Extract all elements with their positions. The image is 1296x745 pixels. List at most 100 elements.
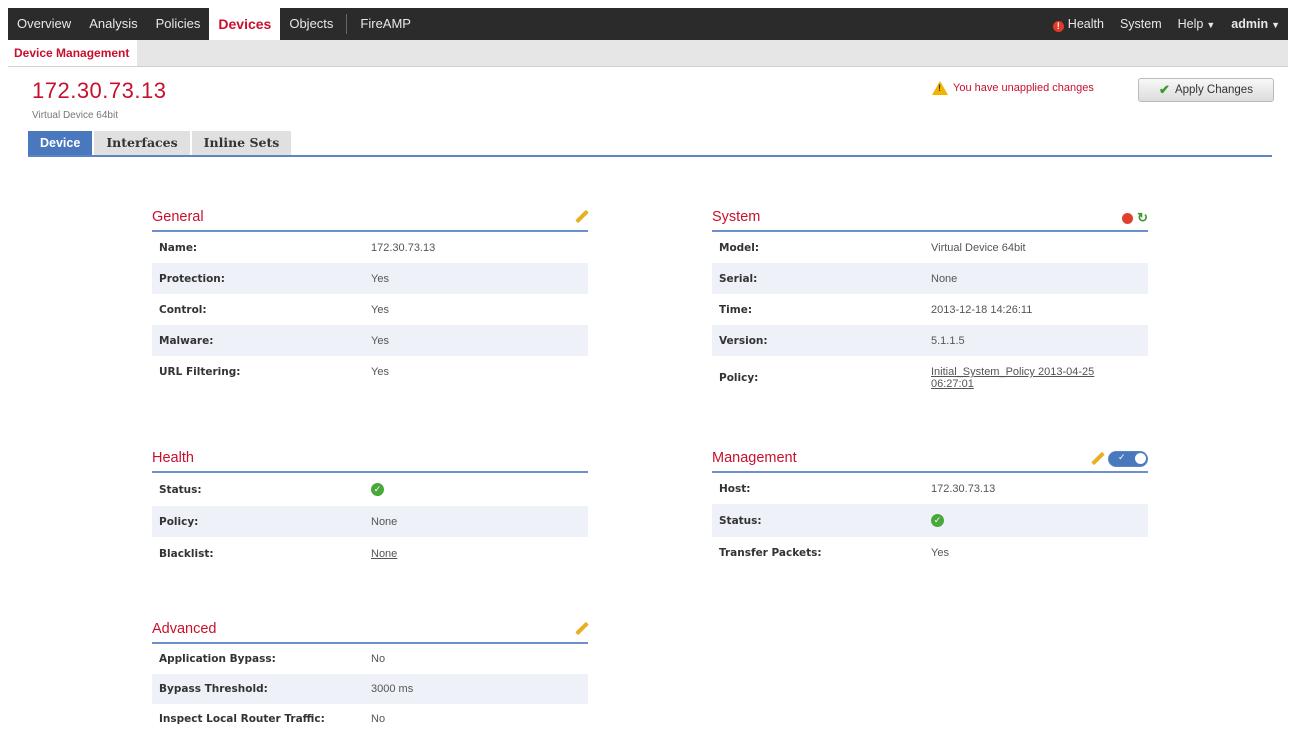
panel-title: General [152,209,204,225]
field-value: No [371,713,386,725]
field-value: Yes [931,546,949,559]
status-ok-icon: ✓ [371,483,384,496]
status-ok-icon: ✓ [931,514,944,527]
field-value: Yes [371,303,389,316]
nav-analysis[interactable]: Analysis [80,8,146,40]
nav-policies[interactable]: Policies [147,8,210,40]
table-row: Control: Yes [152,294,588,325]
field-label: Version: [719,334,768,347]
sub-nav: Device Management [8,40,1288,67]
panel-header: Advanced [152,620,588,644]
field-label: Blacklist: [159,547,214,560]
field-value: Yes [371,272,389,285]
check-icon: ✔ [1159,82,1170,97]
subnav-device-management[interactable]: Device Management [8,40,138,66]
nav-health[interactable]: ! Health [1045,8,1112,40]
refresh-icon[interactable]: ↻ [1137,210,1148,226]
field-label: Name: [159,241,198,254]
panel-title: Management [712,450,797,466]
nav-right: ! Health System Help ▼ admin ▼ [1045,8,1288,40]
panel-header: System ↻ [712,208,1148,232]
table-row: Malware: Yes [152,325,588,356]
table-row: Application Bypass: No [152,644,588,674]
top-nav: Overview Analysis Policies Devices Objec… [8,8,1288,40]
panel-header: General [152,208,588,232]
field-value: Yes [371,334,389,347]
apply-changes-button[interactable]: ✔ Apply Changes [1138,78,1274,102]
system-policy-link[interactable]: Initial_System_Policy 2013-04-25 06:27:0… [931,366,1136,390]
table-row: Name: 172.30.73.13 [152,232,588,263]
field-label: Time: [719,303,753,316]
general-panel: General Name: 172.30.73.13 Protection: Yes… [152,208,588,387]
warning-icon: ! [932,81,948,95]
nav-admin[interactable]: admin ▼ [1223,8,1288,40]
field-value: No [371,653,386,665]
tab-interfaces[interactable]: Interfaces [94,131,190,155]
page-subtitle: Virtual Device 64bit [32,110,118,121]
field-value: Virtual Device 64bit [931,241,1026,254]
panel-title: Advanced [152,621,217,637]
table-row: Status: ✓ [712,504,1148,537]
toggle-icon[interactable]: ✓ [1108,451,1148,467]
table-row: Serial: None [712,263,1148,294]
nav-objects[interactable]: Objects [280,8,342,40]
panel-title: Health [152,450,194,466]
field-label: Model: [719,241,760,254]
table-row: Inspect Local Router Traffic: No [152,704,588,734]
panel-header: Management ✓ [712,449,1148,473]
field-value: 172.30.73.13 [931,482,996,495]
table-row: Time: 2013-12-18 14:26:11 [712,294,1148,325]
table-row: Host: 172.30.73.13 [712,473,1148,504]
shutdown-icon[interactable] [1122,212,1134,224]
advanced-panel: Advanced Application Bypass: No Bypass Th… [152,620,588,734]
tab-inline-sets[interactable]: Inline Sets [191,131,292,155]
apply-changes-label: Apply Changes [1174,84,1253,96]
field-label: Host: [719,482,751,495]
field-label: Policy: [719,372,759,384]
field-label: Protection: [159,272,225,285]
warning-text: You have unapplied changes [953,82,1094,94]
panel-title: System [712,209,761,225]
device-tabs: Device Interfaces Inline Sets [28,131,1272,157]
blacklist-link[interactable]: None [371,548,397,560]
nav-fireamp[interactable]: FireAMP [351,8,420,40]
management-panel: Management ✓ Host: 172.30.73.13 Status: ✓ … [712,449,1148,568]
field-value: 5.1.1.5 [931,334,965,347]
field-label: Malware: [159,334,214,347]
field-value: 2013-12-18 14:26:11 [931,303,1033,316]
nav-help[interactable]: Help ▼ [1170,8,1224,40]
field-label: Policy: [159,515,199,528]
table-row: Blacklist: None [152,537,588,570]
field-value: 172.30.73.13 [371,241,436,254]
table-row: Transfer Packets: Yes [712,537,1148,568]
table-row: Policy: None [152,506,588,537]
table-row: URL Filtering: Yes [152,356,588,387]
table-row: Model: Virtual Device 64bit [712,232,1148,263]
field-label: Status: [159,483,202,496]
table-row: Policy: Initial_System_Policy 2013-04-25 … [712,356,1148,400]
chevron-down-icon: ▼ [1271,20,1280,30]
pencil-icon[interactable] [1090,452,1104,466]
field-label: Control: [159,303,207,316]
table-row: Version: 5.1.1.5 [712,325,1148,356]
field-label: Serial: [719,272,758,285]
pencil-icon[interactable] [574,210,588,224]
nav-divider [346,14,348,34]
table-row: Bypass Threshold: 3000 ms [152,674,588,704]
field-label: Application Bypass: [159,653,276,665]
system-panel: System ↻ Model: Virtual Device 64bit Seri… [712,208,1148,400]
nav-overview[interactable]: Overview [8,8,80,40]
panel-header: Health [152,449,588,473]
field-value: 3000 ms [371,683,414,695]
tab-device[interactable]: Device [28,131,93,155]
field-value: None [371,515,398,528]
nav-help-label: Help [1177,17,1204,31]
pencil-icon[interactable] [574,622,588,636]
field-label: Status: [719,514,762,527]
table-row: Protection: Yes [152,263,588,294]
health-panel: Health Status: ✓ Policy: None Blacklist: No… [152,449,588,570]
nav-devices[interactable]: Devices [209,8,281,40]
page-title: 172.30.73.13 [32,78,167,103]
nav-system[interactable]: System [1112,8,1170,40]
nav-admin-label: admin [1231,17,1269,31]
